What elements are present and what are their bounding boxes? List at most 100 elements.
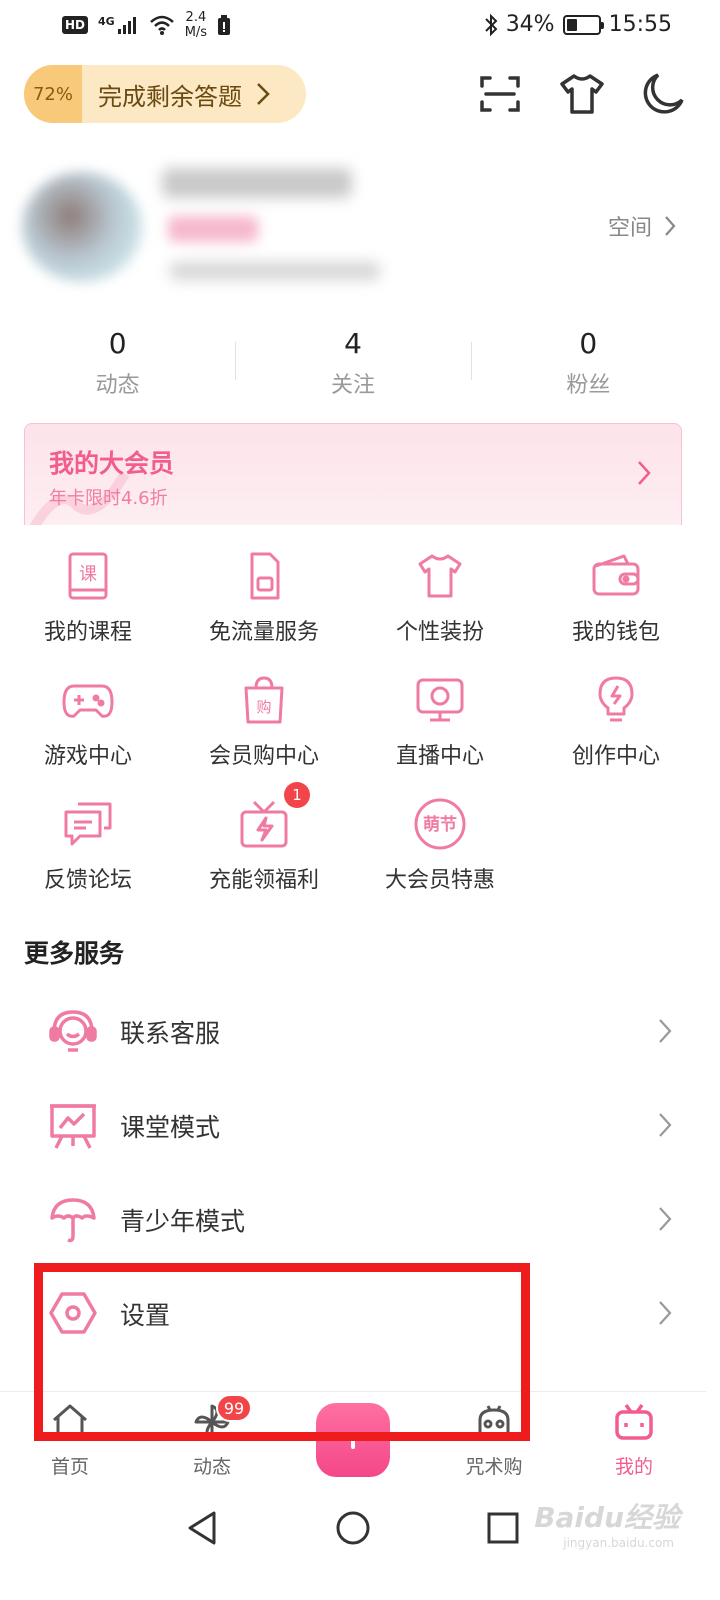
live-tv-icon	[412, 672, 468, 728]
nav-label: 动态	[192, 1456, 231, 1478]
chevron-right-icon	[637, 460, 651, 486]
signal-type-label: 4G	[98, 15, 115, 28]
chevron-right-icon	[658, 1300, 672, 1326]
gamepad-icon	[60, 672, 116, 728]
stats-row: 0 动态 4 关注 0 粉丝	[0, 322, 706, 406]
scan-icon[interactable]	[476, 70, 524, 118]
speed-unit: M/s	[184, 25, 208, 40]
bluetooth-icon	[484, 13, 498, 37]
grid-label: 我的课程	[43, 620, 132, 645]
lightbulb-icon	[588, 672, 644, 728]
chat-bubbles-icon	[60, 796, 116, 852]
service-row-classroom-mode[interactable]: 课堂模式	[0, 1082, 706, 1176]
grid-item-live-center[interactable]: 直播中心	[352, 672, 528, 770]
service-label: 联系客服	[120, 1019, 221, 1048]
hd-indicator: HD	[62, 16, 89, 34]
grid-item-vip-deals[interactable]: 萌节 大会员特惠	[352, 796, 528, 894]
baidu-watermark-url: jingyan.baidu.com	[563, 1536, 674, 1550]
chevron-right-icon	[256, 82, 270, 106]
service-row-teen-mode[interactable]: 青少年模式	[0, 1176, 706, 1270]
festival-badge-icon: 萌节	[412, 796, 468, 852]
grid-item-member-shop[interactable]: 购 会员购中心	[176, 672, 352, 770]
highlight-box	[34, 1263, 530, 1441]
wifi-icon	[149, 14, 175, 36]
clock: 15:55	[608, 12, 672, 37]
quiz-progress-percent: 72%	[24, 65, 82, 123]
stat-value: 0	[108, 327, 127, 360]
grid-item-my-course[interactable]: 课 我的课程	[0, 548, 176, 646]
grid-label: 反馈论坛	[43, 868, 132, 893]
service-label: 课堂模式	[120, 1113, 221, 1142]
grid-item-charge-rewards[interactable]: 1 充能领福利	[176, 782, 352, 894]
quiz-label: 完成剩余答题	[98, 82, 242, 111]
grid-label: 会员购中心	[208, 744, 319, 769]
chevron-right-icon	[658, 1018, 672, 1044]
battery-icon	[562, 14, 604, 35]
grid-item-dress-up[interactable]: 个性装扮	[352, 548, 528, 646]
tshirt-icon	[412, 548, 468, 604]
avatar[interactable]	[22, 172, 142, 282]
service-label: 青少年模式	[120, 1207, 246, 1236]
sim-card-icon	[236, 548, 292, 604]
service-row-customer-service[interactable]: 联系客服	[0, 988, 706, 1082]
status-bar: HD 4G 2.4 M/s 34% 15:55	[0, 0, 720, 52]
grid-label: 个性装扮	[395, 620, 484, 645]
grid-item-free-data[interactable]: 免流量服务	[176, 548, 352, 646]
username-blurred	[162, 168, 352, 198]
course-book-icon: 课	[60, 548, 116, 604]
stat-value: 0	[579, 327, 598, 360]
grid-item-wallet[interactable]: 我的钱包	[528, 548, 704, 646]
tv-mascot-icon	[614, 1402, 654, 1442]
grid-label: 充能领福利	[208, 868, 319, 893]
nav-label: 咒术购	[465, 1456, 523, 1478]
chevron-right-icon	[664, 215, 676, 237]
stat-label: 关注	[330, 373, 375, 398]
moon-icon[interactable]	[638, 70, 686, 118]
more-services-title: 更多服务	[24, 939, 125, 968]
home-circle-icon[interactable]	[334, 1509, 372, 1547]
nav-item-mine[interactable]: 我的	[584, 1402, 684, 1479]
chevron-right-icon	[658, 1206, 672, 1232]
gift-bolt-icon: 1	[236, 782, 310, 852]
chevron-right-icon	[658, 1112, 672, 1138]
vip-membership-card[interactable]: 我的大会员 年卡限时4.6折	[24, 423, 682, 525]
grid-item-creator-center[interactable]: 创作中心	[528, 672, 704, 770]
grid-item-game-center[interactable]: 游戏中心	[0, 672, 176, 770]
grid-label: 创作中心	[571, 744, 660, 769]
space-label: 空间	[607, 216, 652, 241]
svg-text:课: 课	[79, 564, 97, 585]
battery-fill	[566, 18, 577, 31]
classroom-board-icon	[48, 1100, 98, 1150]
umbrella-icon	[48, 1194, 98, 1244]
stat-dynamics[interactable]: 0 动态	[0, 322, 235, 406]
tshirt-icon[interactable]	[558, 70, 606, 118]
back-icon[interactable]	[184, 1509, 220, 1547]
profile-info-blurred	[170, 262, 380, 280]
grid-label: 直播中心	[395, 744, 484, 769]
vip-subtitle: 年卡限时4.6折	[49, 488, 168, 509]
nav-label: 首页	[50, 1456, 89, 1478]
stat-label: 动态	[95, 373, 140, 398]
notification-battery-icon	[217, 14, 231, 36]
battery-percent: 34%	[505, 12, 555, 37]
festival-badge-text: 萌节	[423, 814, 457, 835]
shopping-bag-icon: 购	[236, 672, 292, 728]
svg-text:购: 购	[256, 698, 271, 716]
grid-label: 大会员特惠	[384, 868, 495, 893]
grid-label: 游戏中心	[43, 744, 132, 769]
recents-square-icon[interactable]	[486, 1511, 520, 1545]
stat-fans[interactable]: 0 粉丝	[470, 322, 706, 406]
stat-following[interactable]: 4 关注	[235, 322, 470, 406]
stat-label: 粉丝	[566, 373, 611, 398]
notification-badge: 1	[284, 782, 310, 808]
vip-tag-blurred	[168, 216, 258, 242]
finish-quiz-button[interactable]: 72% 完成剩余答题	[24, 65, 306, 123]
space-link[interactable]: 空间	[608, 210, 676, 242]
speed-value: 2.4	[185, 10, 207, 25]
headset-icon	[48, 1006, 98, 1056]
baidu-watermark-logo: Baidu经验	[534, 1501, 680, 1534]
stat-value: 4	[344, 327, 362, 360]
grid-label: 我的钱包	[571, 620, 660, 645]
network-speed: 2.4 M/s	[185, 10, 207, 40]
grid-item-feedback-forum[interactable]: 反馈论坛	[0, 796, 176, 894]
